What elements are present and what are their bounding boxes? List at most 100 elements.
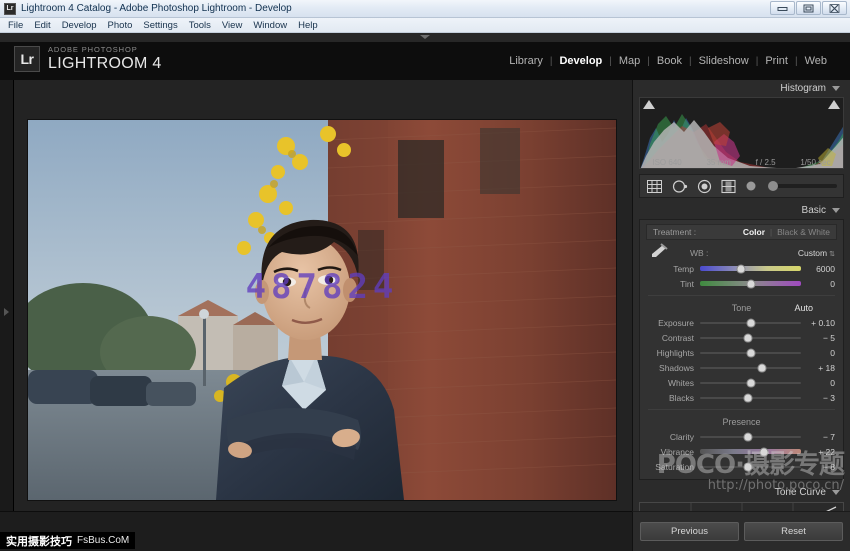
slider-tint-knob[interactable] (746, 279, 755, 288)
adjustment-brush-icon[interactable] (745, 180, 757, 192)
slider-saturation-track[interactable] (700, 466, 801, 468)
auto-tone-button[interactable]: Auto (794, 303, 813, 313)
menu-item-tools[interactable]: Tools (189, 20, 211, 31)
exif-shutter-speed: 1/50 sec (800, 158, 830, 167)
close-button[interactable] (822, 1, 847, 15)
slider-highlights-knob[interactable] (746, 348, 755, 357)
slider-temp[interactable]: Temp 6000 (640, 261, 843, 276)
slider-vibrance-label: Vibrance (648, 447, 700, 457)
previous-button[interactable]: Previous (640, 522, 739, 541)
maximize-button[interactable] (796, 1, 821, 15)
slider-blacks-track[interactable] (700, 397, 801, 399)
slider-exposure-track[interactable] (700, 322, 801, 324)
menu-item-edit[interactable]: Edit (34, 20, 50, 31)
slider-clarity[interactable]: Clarity − 7 (640, 429, 843, 444)
identity-plate[interactable]: Lr ADOBE PHOTOSHOP LIGHTROOM 4 (14, 46, 162, 72)
slider-exposure-label: Exposure (648, 318, 700, 328)
menu-item-photo[interactable]: Photo (108, 20, 133, 31)
top-panel-toggle-strip[interactable] (0, 33, 850, 42)
module-map[interactable]: Map (612, 55, 647, 67)
menu-item-develop[interactable]: Develop (62, 20, 97, 31)
site-banner: 实用摄影技巧 FsBus.CoM (0, 532, 135, 549)
module-library[interactable]: Library (502, 55, 550, 67)
highlight-clipping-indicator[interactable] (828, 100, 840, 109)
slider-saturation[interactable]: Saturation − 8 (640, 459, 843, 474)
slider-vibrance-knob[interactable] (759, 447, 768, 456)
module-print[interactable]: Print (758, 55, 795, 67)
stepper-icon[interactable]: ⇅ (829, 251, 835, 258)
slider-clarity-value: − 7 (801, 432, 835, 442)
slider-highlights[interactable]: Highlights 0 (640, 345, 843, 360)
tone-curve-header[interactable]: Tone Curve (633, 484, 850, 501)
slider-exposure-knob[interactable] (746, 318, 755, 327)
slider-highlights-track[interactable] (700, 352, 801, 354)
chevron-down-icon[interactable] (832, 490, 840, 495)
slider-blacks-knob[interactable] (744, 393, 753, 402)
minimize-button[interactable] (770, 1, 795, 15)
red-eye-icon[interactable] (697, 179, 712, 194)
shadow-clipping-indicator[interactable] (643, 100, 655, 109)
crop-overlay-icon[interactable] (646, 179, 663, 194)
module-develop[interactable]: Develop (552, 55, 609, 67)
slider-blacks[interactable]: Blacks − 3 (640, 390, 843, 405)
menu-item-window[interactable]: Window (253, 20, 287, 31)
eyedropper-icon[interactable] (648, 243, 668, 263)
reset-button[interactable]: Reset (744, 522, 843, 541)
graduated-filter-icon[interactable] (721, 179, 736, 194)
slider-clarity-knob[interactable] (744, 432, 753, 441)
slider-clarity-track[interactable] (700, 436, 801, 438)
treatment-separator: | (770, 228, 772, 237)
slider-contrast-value: − 5 (801, 333, 835, 343)
image-canvas-area: 487824 YY (0, 80, 632, 544)
slider-shadows-track[interactable] (700, 367, 801, 369)
left-panel-collapsed[interactable] (0, 80, 14, 544)
menu-item-view[interactable]: View (222, 20, 242, 31)
slider-shadows-knob[interactable] (757, 363, 766, 372)
slider-whites[interactable]: Whites 0 (640, 375, 843, 390)
left-panel-arrow-icon (4, 308, 9, 316)
slider-saturation-knob[interactable] (744, 462, 753, 471)
module-slideshow[interactable]: Slideshow (692, 55, 756, 67)
menu-item-settings[interactable]: Settings (143, 20, 177, 31)
spot-removal-icon[interactable] (672, 179, 688, 194)
module-book[interactable]: Book (650, 55, 689, 67)
photo-overlay-number: 487824 (246, 267, 399, 307)
slider-exposure-value: + 0.10 (801, 318, 835, 328)
histogram-title: Histogram (780, 83, 826, 94)
module-web[interactable]: Web (798, 55, 834, 67)
brand-line-1: ADOBE PHOTOSHOP (48, 46, 162, 54)
slider-contrast[interactable]: Contrast − 5 (640, 330, 843, 345)
slider-temp-track[interactable] (700, 266, 801, 271)
histogram-header[interactable]: Histogram (633, 80, 850, 96)
photo-image[interactable]: 487824 (28, 120, 616, 500)
slider-whites-track[interactable] (700, 382, 801, 384)
chevron-down-icon[interactable] (832, 208, 840, 213)
slider-temp-value: 6000 (801, 264, 835, 274)
presence-subheader: Presence (640, 414, 843, 429)
menu-item-help[interactable]: Help (298, 20, 318, 31)
histogram-panel[interactable]: ISO 640 35 mm f / 2.5 1/50 sec (639, 97, 844, 169)
wb-value[interactable]: Custom⇅ (798, 248, 835, 258)
brush-size-knob[interactable] (768, 181, 778, 191)
brush-size-slider[interactable] (768, 184, 837, 188)
slider-shadows[interactable]: Shadows + 18 (640, 360, 843, 375)
slider-temp-knob[interactable] (737, 264, 746, 273)
basic-panel-header[interactable]: Basic (633, 202, 850, 219)
slider-whites-knob[interactable] (746, 378, 755, 387)
slider-tint[interactable]: Tint 0 (640, 276, 843, 291)
app-icon: Lr (4, 3, 16, 15)
slider-contrast-track[interactable] (700, 337, 801, 339)
develop-footer: Previous Reset (632, 511, 850, 551)
slider-vibrance[interactable]: Vibrance + 22 (640, 444, 843, 459)
treatment-bw-option[interactable]: Black & White (777, 227, 830, 237)
slider-exposure[interactable]: Exposure + 0.10 (640, 315, 843, 330)
menu-item-file[interactable]: File (8, 20, 23, 31)
slider-highlights-label: Highlights (648, 348, 700, 358)
slider-contrast-knob[interactable] (744, 333, 753, 342)
treatment-color-option[interactable]: Color (743, 227, 765, 237)
slider-vibrance-track[interactable] (700, 449, 801, 454)
slider-blacks-value: − 3 (801, 393, 835, 403)
slider-tint-track[interactable] (700, 281, 801, 286)
window-title: Lightroom 4 Catalog - Adobe Photoshop Li… (21, 3, 292, 14)
chevron-down-icon[interactable] (832, 86, 840, 91)
